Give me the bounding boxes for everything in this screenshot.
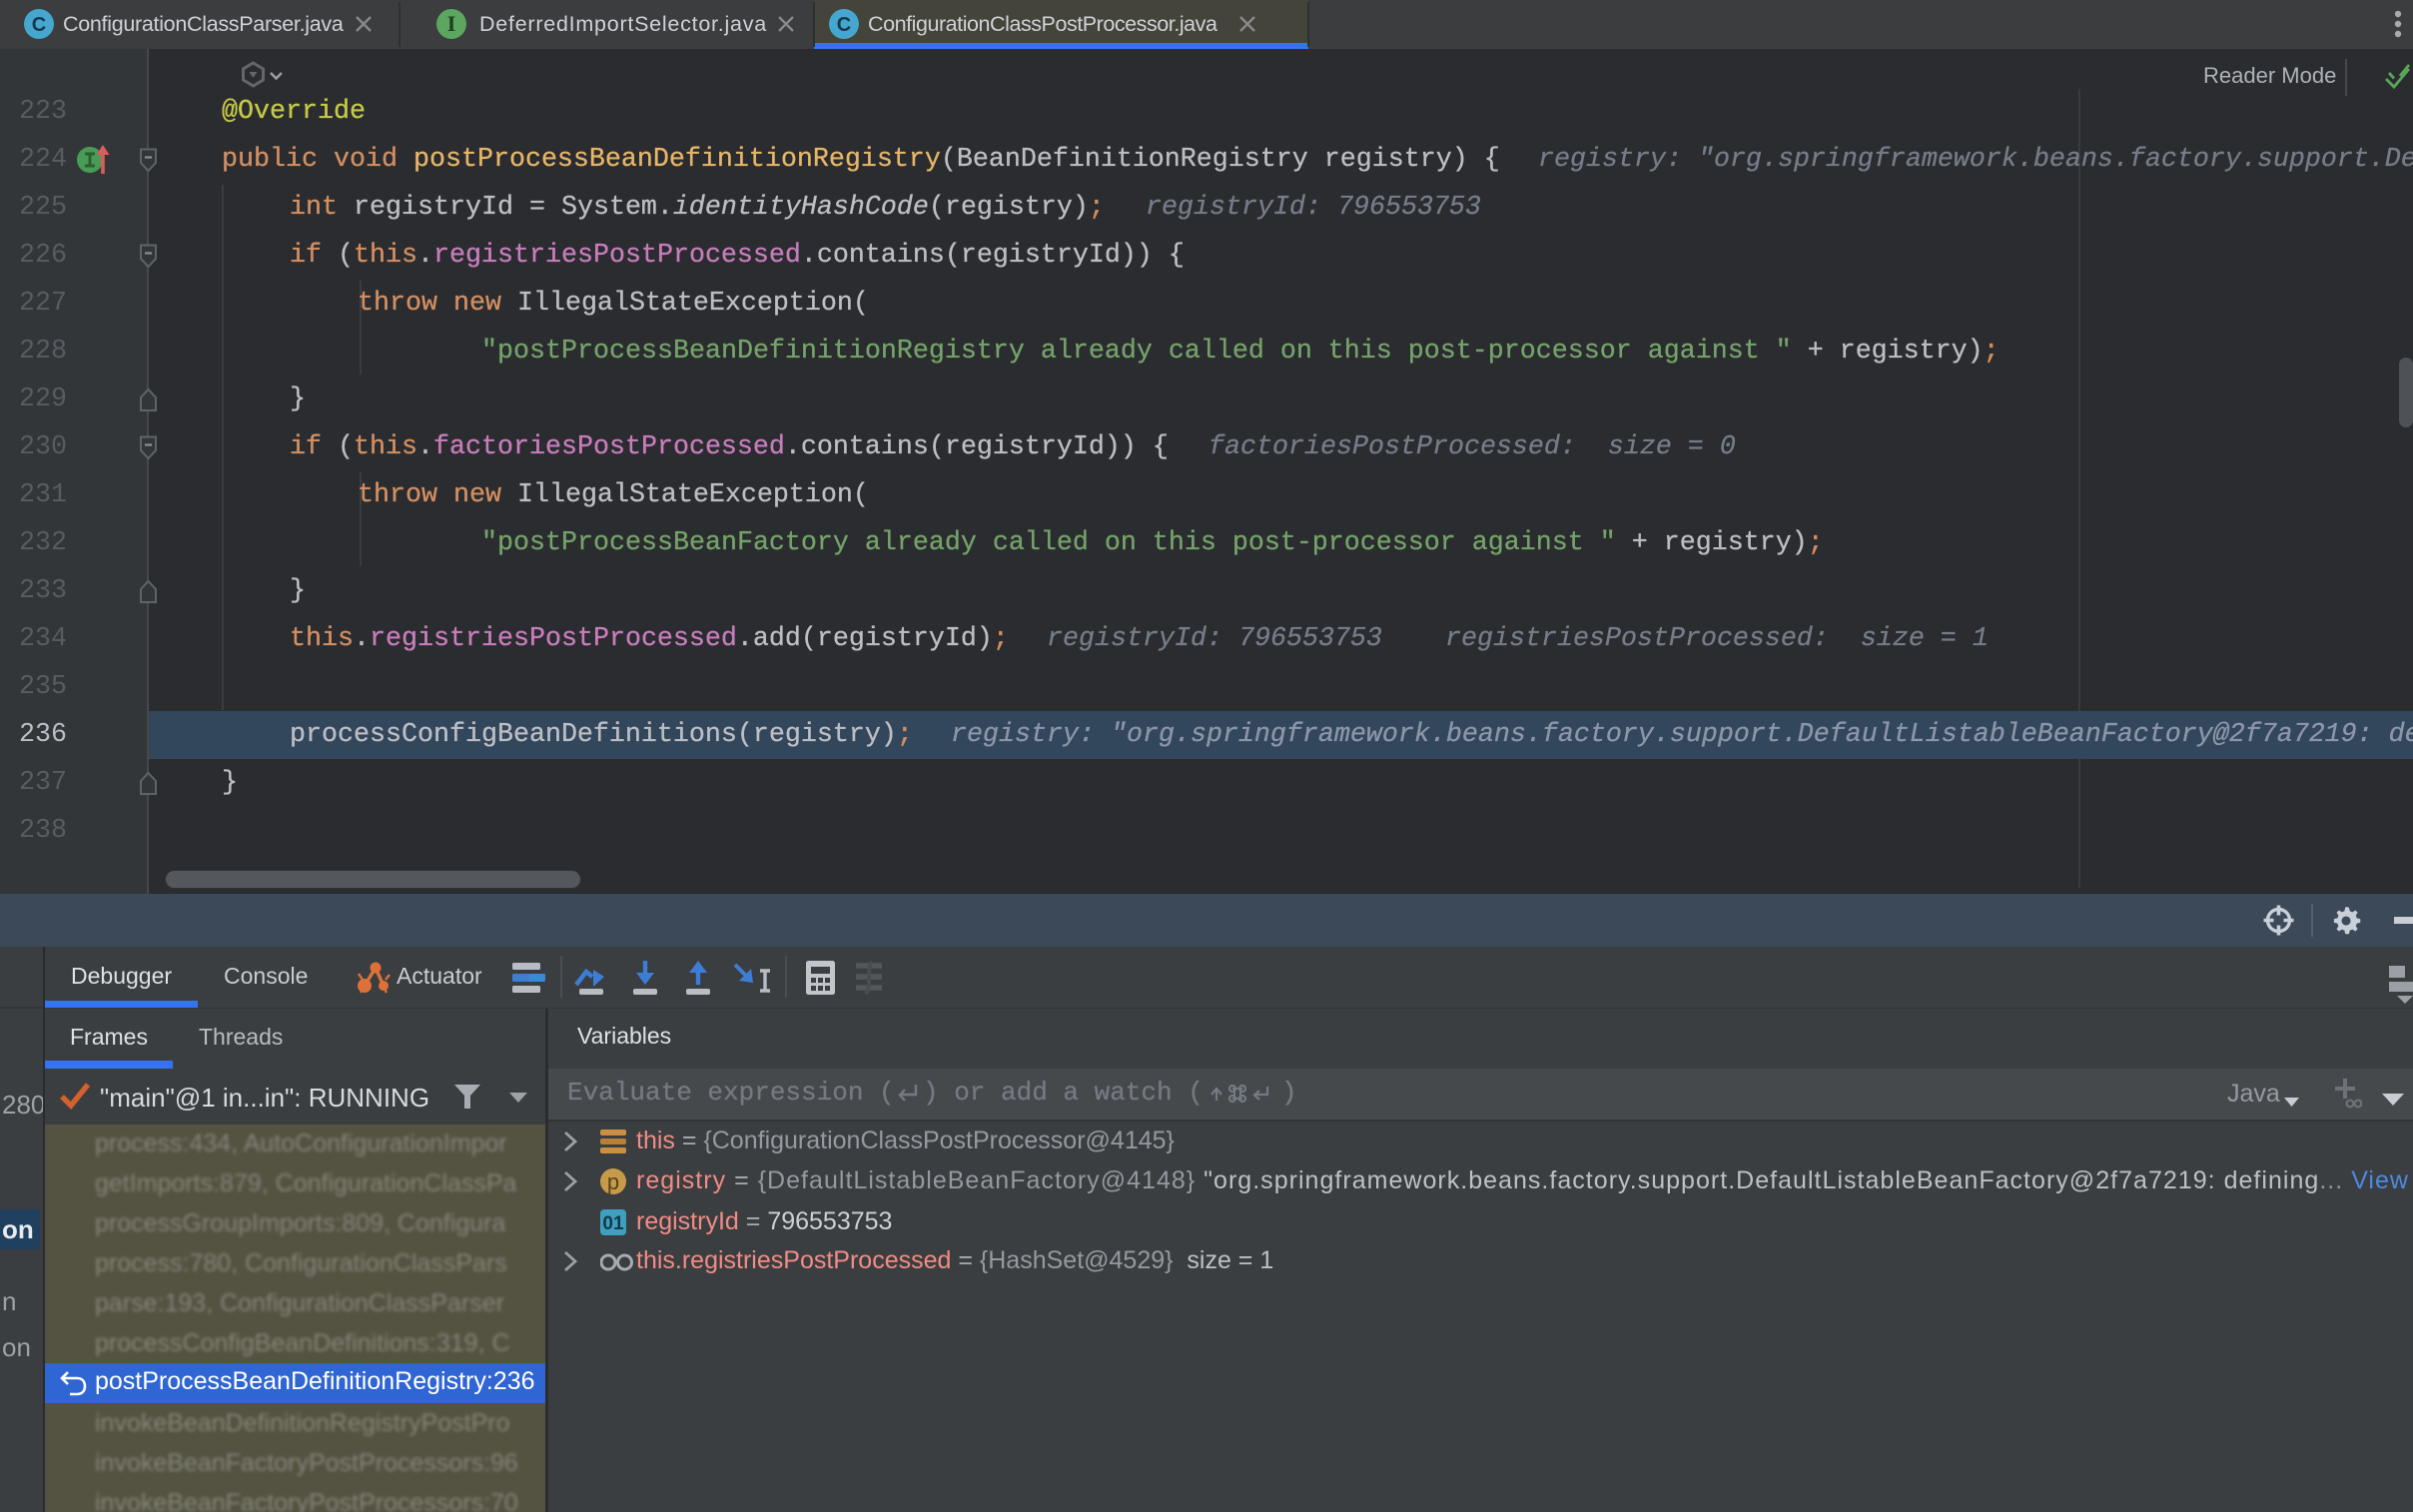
svg-text:01: 01 bbox=[602, 1213, 624, 1234]
svg-text:p: p bbox=[607, 1169, 619, 1194]
svg-text:I: I bbox=[447, 11, 456, 36]
svg-text:C: C bbox=[837, 14, 851, 36]
svg-text:C: C bbox=[32, 14, 46, 36]
